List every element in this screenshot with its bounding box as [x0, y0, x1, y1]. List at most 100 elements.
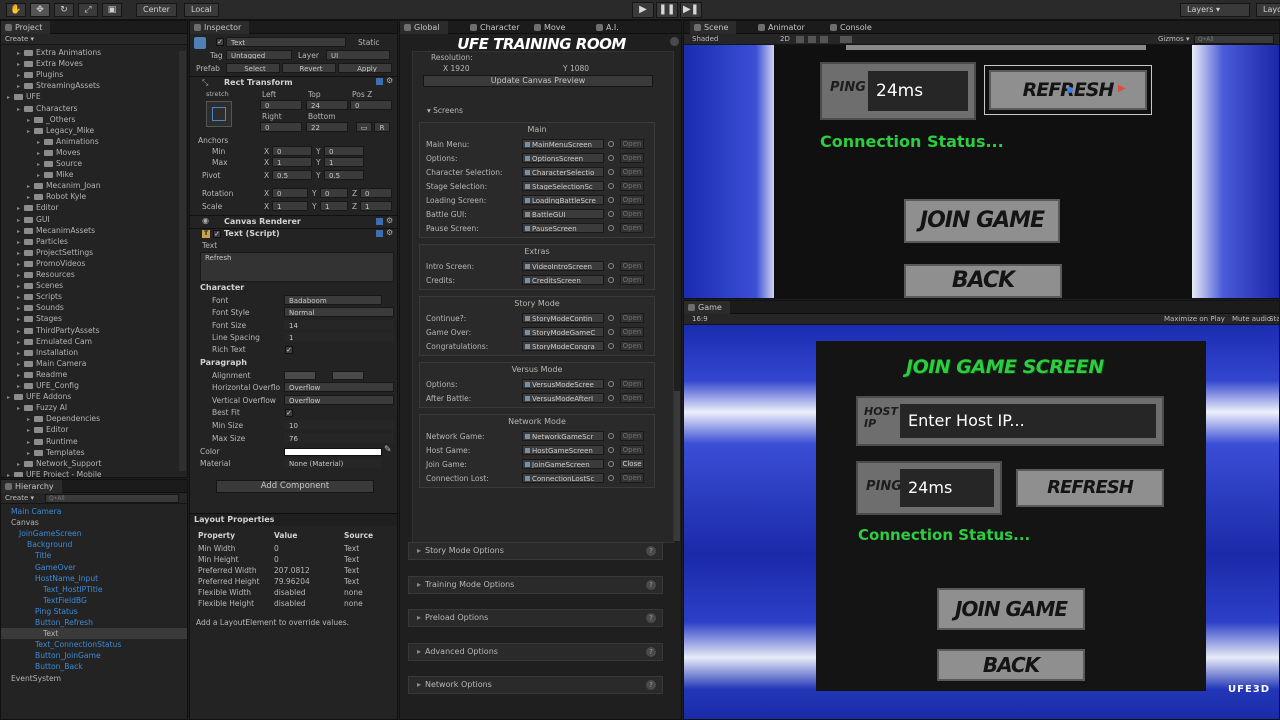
- gear-icon[interactable]: ⚙: [386, 228, 393, 237]
- open-screen-button[interactable]: Open: [620, 327, 644, 337]
- ufe-option-bar[interactable]: ▸ Story Mode Options?: [408, 542, 663, 560]
- hierarchy-item[interactable]: Button_Refresh: [1, 617, 187, 628]
- anchor-min-x-field[interactable]: 0: [272, 146, 312, 156]
- prefab-select-button[interactable]: Select: [226, 63, 280, 73]
- lighting-icon[interactable]: [796, 36, 804, 43]
- screen-object-field[interactable]: VideoIntroScreen: [522, 261, 604, 271]
- line-spacing-field[interactable]: 1: [284, 332, 394, 342]
- tab-inspector[interactable]: Inspector: [190, 21, 250, 34]
- screen-object-field[interactable]: VersusModeAfterI: [522, 393, 604, 403]
- rect-transform-header[interactable]: Rect Transform: [224, 77, 293, 89]
- project-item[interactable]: ▸ Scenes: [17, 280, 63, 291]
- open-screen-button[interactable]: Open: [620, 153, 644, 163]
- scale-z-field[interactable]: 1: [360, 201, 392, 211]
- hierarchy-create-button[interactable]: Create ▾: [5, 493, 34, 504]
- project-item[interactable]: ▸ Extra Animations: [17, 47, 101, 58]
- project-item[interactable]: ▸ Plugins: [17, 69, 63, 80]
- project-item[interactable]: ▸ Legacy_Mike: [27, 125, 94, 136]
- screen-object-field[interactable]: StageSelectionSc: [522, 181, 604, 191]
- open-screen-button[interactable]: Open: [620, 139, 644, 149]
- tab-global[interactable]: Global: [400, 21, 448, 34]
- anchors-foldout[interactable]: Anchors: [198, 135, 228, 146]
- project-item[interactable]: ▸ Emulated Cam: [17, 336, 92, 347]
- prefab-apply-button[interactable]: Apply: [338, 63, 392, 73]
- stats-toggle[interactable]: Sta: [1269, 314, 1279, 325]
- anchor-max-x-field[interactable]: 1: [272, 157, 312, 167]
- game-join-game-button[interactable]: JOIN GAME: [937, 588, 1085, 630]
- screens-foldout[interactable]: ▾ Screens: [427, 105, 463, 116]
- close-screen-button[interactable]: Close: [620, 459, 644, 469]
- hierarchy-item[interactable]: Button_Back: [1, 661, 187, 672]
- project-item[interactable]: ▸ Source: [37, 158, 82, 169]
- update-canvas-button[interactable]: Update Canvas Preview: [423, 75, 653, 87]
- project-item[interactable]: ▸ Fuzzy AI: [17, 402, 67, 413]
- open-screen-button[interactable]: Open: [620, 313, 644, 323]
- top-field[interactable]: 24: [306, 100, 348, 110]
- tab-character[interactable]: Character: [466, 21, 528, 34]
- hierarchy-item[interactable]: Text_HostIPTitle: [1, 584, 187, 595]
- h-overflow-dropdown[interactable]: Overflow: [284, 382, 394, 392]
- tab-project[interactable]: Project: [1, 21, 51, 34]
- text-enabled-checkbox[interactable]: ✓: [213, 230, 221, 238]
- layer-dropdown[interactable]: UI: [326, 50, 390, 60]
- help-icon[interactable]: ?: [646, 680, 656, 690]
- project-item[interactable]: ▸ StreamingAssets: [17, 80, 100, 91]
- project-item[interactable]: ▸ Mike: [37, 169, 73, 180]
- tab-scene[interactable]: Scene: [690, 21, 737, 34]
- hierarchy-item[interactable]: HostName_Input: [1, 573, 187, 584]
- pause-icon[interactable]: ❚❚: [656, 2, 678, 18]
- eyedropper-icon[interactable]: ✎: [384, 445, 392, 455]
- screen-object-field[interactable]: BattleGUI: [522, 209, 604, 219]
- rot-x-field[interactable]: 0: [272, 188, 308, 198]
- color-swatch[interactable]: [284, 448, 382, 456]
- project-item[interactable]: ▸ PromoVideos: [17, 258, 85, 269]
- v-overflow-dropdown[interactable]: Overflow: [284, 395, 394, 405]
- scene-back-button[interactable]: BACK: [904, 264, 1062, 298]
- anchor-preset-button[interactable]: [206, 101, 232, 127]
- help-icon[interactable]: ?: [646, 579, 656, 590]
- open-screen-button[interactable]: Open: [620, 223, 644, 233]
- aspect-dropdown[interactable]: 16:9: [692, 314, 708, 325]
- project-item[interactable]: ▸ GUI: [17, 214, 50, 225]
- font-field[interactable]: Badaboom: [284, 295, 382, 305]
- object-name-field[interactable]: Text: [226, 37, 346, 47]
- object-picker-icon[interactable]: [608, 329, 614, 335]
- open-screen-button[interactable]: Open: [620, 431, 644, 441]
- object-picker-icon[interactable]: [608, 277, 614, 283]
- project-item[interactable]: ▸ UFE_Config: [17, 380, 79, 391]
- project-item[interactable]: ▸ Sounds: [17, 302, 64, 313]
- object-picker-icon[interactable]: [608, 225, 614, 231]
- move-tool-icon[interactable]: ✥: [30, 3, 50, 17]
- rich-text-checkbox[interactable]: ✓: [285, 346, 293, 354]
- foldout-arrow-icon[interactable]: ▸: [17, 104, 24, 115]
- screen-object-field[interactable]: VersusModeScree: [522, 379, 604, 389]
- 2d-toggle[interactable]: 2D: [780, 34, 790, 45]
- hierarchy-item[interactable]: Ping Status: [1, 606, 187, 617]
- pivot-space-toggle[interactable]: Local: [184, 3, 219, 17]
- project-item[interactable]: ▸ UFE Project - Mobile: [7, 469, 102, 477]
- rot-y-field[interactable]: 0: [320, 188, 348, 198]
- help-icon[interactable]: [376, 230, 383, 237]
- project-item[interactable]: ▸ UFE: [7, 91, 41, 102]
- object-picker-icon[interactable]: [608, 155, 614, 161]
- project-create-button[interactable]: Create ▾: [5, 34, 34, 45]
- screen-object-field[interactable]: ConnectionLostSc: [522, 473, 604, 483]
- maximize-on-play-toggle[interactable]: Maximize on Play: [1164, 314, 1225, 325]
- alignment-horizontal-buttons[interactable]: [284, 371, 316, 380]
- project-item[interactable]: ▸ Network_Support: [17, 458, 102, 469]
- text-script-header[interactable]: Text (Script): [224, 228, 280, 240]
- tab-console[interactable]: Console: [826, 21, 880, 34]
- open-screen-button[interactable]: Open: [620, 473, 644, 483]
- project-item[interactable]: ▸ Templates: [27, 447, 85, 458]
- font-style-dropdown[interactable]: Normal: [284, 307, 394, 317]
- object-picker-icon[interactable]: [608, 395, 614, 401]
- min-size-field[interactable]: 10: [284, 420, 394, 430]
- screen-object-field[interactable]: StoryModeCongra: [522, 341, 604, 351]
- screen-object-field[interactable]: OptionsScreen: [522, 153, 604, 163]
- help-icon[interactable]: [376, 218, 383, 225]
- blueprint-button[interactable]: ▭: [356, 122, 372, 132]
- project-item[interactable]: ▸ Scripts: [17, 291, 62, 302]
- scene-toggle-icon[interactable]: [840, 36, 852, 43]
- hierarchy-item[interactable]: EventSystem: [1, 673, 187, 684]
- project-item[interactable]: ▸ Installation: [17, 347, 78, 358]
